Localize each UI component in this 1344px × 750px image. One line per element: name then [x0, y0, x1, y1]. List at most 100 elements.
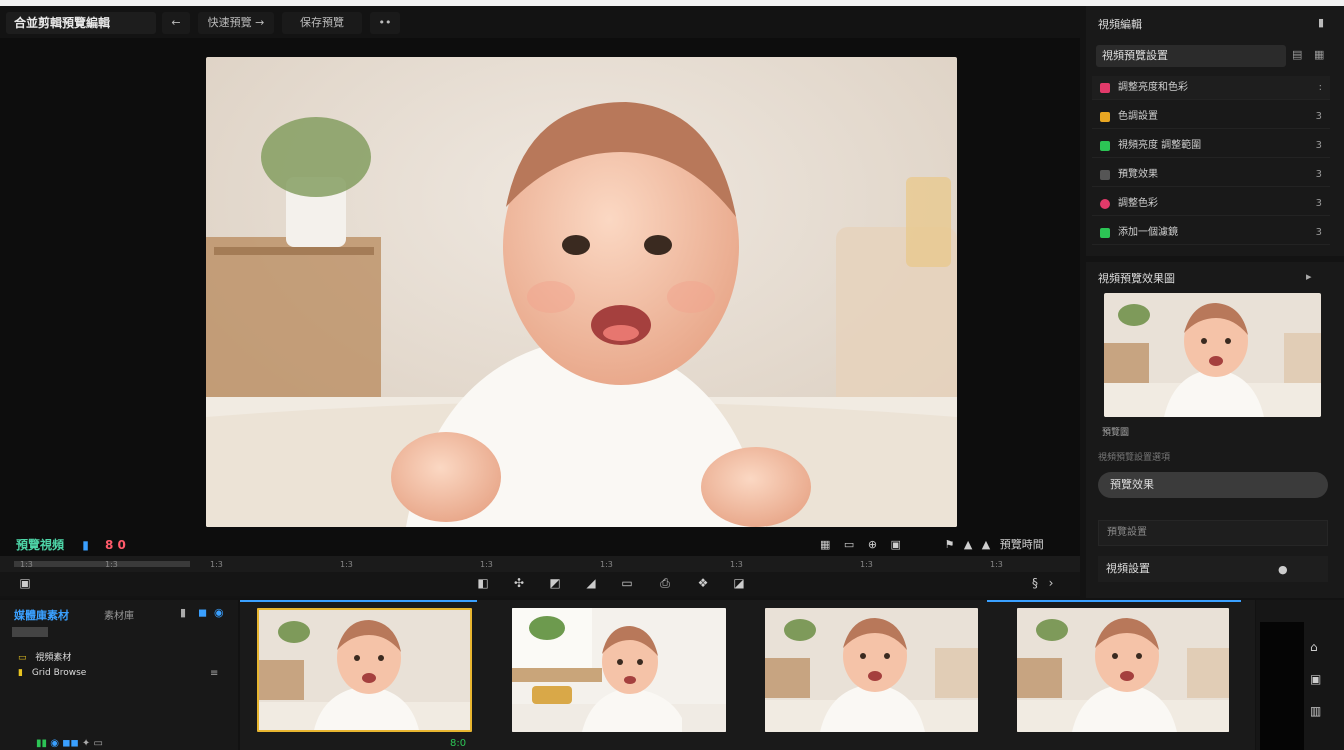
ruler-tick: 1:3 — [860, 560, 873, 569]
row-end: 3 — [1315, 198, 1322, 209]
adjust-row-label: 調整亮度和色彩 — [1118, 82, 1188, 93]
phone-icon[interactable]: ⌂ — [1310, 640, 1318, 654]
flag-icon[interactable]: ⚑ — [944, 538, 954, 551]
fit-icon[interactable]: ▭ — [844, 538, 854, 551]
timeline-clip[interactable] — [1017, 608, 1229, 732]
media-item[interactable]: ▮ Grid Browse — [18, 668, 86, 678]
export-icon[interactable]: ⎙ — [656, 575, 674, 591]
selection-bar — [987, 600, 1241, 602]
marker-out-icon[interactable]: ▲ — [982, 538, 990, 551]
effects-icon[interactable]: ❖ — [694, 575, 712, 591]
ruler-tick: 1:3 — [20, 560, 33, 569]
adjust-row[interactable]: 調整色彩 3 — [1092, 192, 1330, 216]
row-end: 3 — [1315, 169, 1322, 180]
color-swatch-icon — [1100, 83, 1110, 93]
media-title[interactable]: 媒體庫素材 — [14, 607, 69, 623]
color-swatch-icon — [1100, 141, 1110, 151]
ramp-icon[interactable]: ◢ — [582, 575, 600, 591]
save-preview-button[interactable]: 保存預覽 — [282, 12, 362, 34]
split-icon[interactable]: ✣ — [510, 575, 528, 591]
search-icon[interactable]: ◉ — [214, 606, 224, 619]
frame-icon[interactable]: ▭ — [618, 575, 636, 591]
grid-icon[interactable]: ▦ — [820, 538, 830, 551]
ruler-tick: 1:3 — [480, 560, 493, 569]
ruler-tick: 1:3 — [340, 560, 353, 569]
video-setting-field[interactable]: 視頻設置 — [1098, 556, 1328, 582]
display-icon[interactable]: ▣ — [1310, 672, 1321, 686]
edit-panel — [1086, 6, 1344, 256]
preset-input[interactable]: 視頻預覽設置 — [1096, 45, 1286, 67]
adjust-row[interactable]: 調整亮度和色彩 : — [1092, 76, 1330, 100]
timeline-time: 8:0 — [450, 738, 467, 749]
folder-icon: ▮ — [18, 668, 23, 678]
color-swatch-icon — [1100, 199, 1110, 209]
zoom-in-icon[interactable]: › — [1042, 575, 1060, 591]
timeline-clip[interactable] — [257, 608, 472, 732]
clip-icon[interactable]: ◩ — [546, 575, 564, 591]
adjust-row[interactable]: 視頻亮度 調整範圍 3 — [1092, 134, 1330, 158]
adjust-row-label: 色調設置 — [1118, 111, 1158, 122]
adjust-row[interactable]: 色調設置 3 — [1092, 105, 1330, 129]
media-item-label: 視頻素材 — [35, 653, 72, 663]
settings-icon[interactable]: ▣ — [16, 575, 34, 591]
preview-option-line: 視頻預覽設置選項 — [1098, 453, 1171, 463]
layout-icon[interactable]: ▥ — [1310, 704, 1321, 718]
grid-view-icon[interactable]: ◼ — [198, 606, 207, 619]
app-title: 合並剪輯預覽編輯 — [6, 12, 156, 34]
adjust-row-label: 添加一個濾鏡 — [1118, 227, 1178, 238]
adjust-row[interactable]: 添加一個濾鏡 3 — [1092, 221, 1330, 245]
options-icon[interactable]: ≡ — [210, 668, 218, 679]
preview-video-label: 預覽視頻 — [16, 538, 65, 552]
zoom-icon[interactable]: ⊕ — [868, 538, 877, 551]
bottom-tool-icons[interactable]: ▮▮ ◉ ◼◼ ✦ ▭ — [36, 738, 103, 749]
camera-icon[interactable]: ◧ — [474, 575, 492, 591]
adjust-row-label: 調整色彩 — [1118, 198, 1158, 209]
progress-chip — [12, 627, 48, 637]
panel-menu-icon[interactable]: ▮ — [1318, 16, 1324, 29]
ruler-progress — [14, 561, 190, 567]
marker-in-icon[interactable]: ▲ — [964, 538, 972, 551]
media-tab-library[interactable]: 素材庫 — [104, 607, 134, 622]
color-swatch-icon — [1100, 170, 1110, 180]
cloud-icon[interactable]: ● — [1278, 563, 1288, 576]
row-end: 3 — [1315, 140, 1322, 151]
preview-panel-title: 視頻預覽效果圖 — [1098, 272, 1175, 285]
ruler-tick: 1:3 — [990, 560, 1003, 569]
preview-subtitle: 預覽圖 — [1102, 428, 1130, 438]
row-end: 3 — [1315, 227, 1322, 238]
back-arrow-icon[interactable]: ← — [162, 12, 190, 34]
main-preview-image — [206, 57, 957, 527]
ruler-tick: 1:3 — [105, 560, 118, 569]
preview-label: 預覽視頻 ▮ 8 0 — [16, 536, 126, 553]
adjust-row[interactable]: 預覽效果 3 — [1092, 163, 1330, 187]
preview-effect-button[interactable]: 預覽效果 — [1098, 472, 1328, 498]
collapse-icon[interactable]: ▸ — [1306, 270, 1312, 283]
preview-thumbnail[interactable] — [1104, 293, 1321, 417]
ruler-tick: 1:3 — [210, 560, 223, 569]
timeline-clip[interactable] — [765, 608, 978, 732]
crop-icon[interactable]: ▣ — [891, 538, 901, 551]
preview-value: 8 0 — [105, 538, 126, 552]
adjust-row-label: 視頻亮度 調整範圍 — [1118, 140, 1202, 151]
more-icon[interactable]: •• — [370, 12, 400, 34]
ruler-tick: 1:3 — [730, 560, 743, 569]
viewer-tools[interactable]: ▦ ▭ ⊕ ▣ ⚑ ▲ ▲ 預覽時間 — [820, 536, 1044, 552]
list-icon[interactable]: ▦ — [1314, 48, 1324, 61]
folder-icon: ▭ — [18, 653, 27, 663]
media-item-label: Grid Browse — [31, 668, 87, 678]
preview-setting-field[interactable]: 預覽設置 — [1098, 520, 1328, 546]
color-swatch-icon — [1100, 228, 1110, 238]
ruler-tick: 1:3 — [600, 560, 613, 569]
color-swatch-icon — [1100, 112, 1110, 122]
adjust-row-label: 預覽效果 — [1118, 169, 1158, 180]
media-item[interactable]: ▭ 視頻素材 — [18, 650, 71, 663]
control-bar — [0, 572, 1080, 596]
row-end: 3 — [1315, 111, 1322, 122]
copy-icon[interactable]: ▤ — [1292, 48, 1302, 61]
edit-panel-title: 視頻編輯 — [1098, 18, 1142, 31]
screen-icon[interactable]: ◪ — [730, 575, 748, 591]
preview-time-label: 預覽時間 — [999, 538, 1044, 551]
quick-preview-button[interactable]: 快速預覽 → — [198, 12, 274, 34]
timeline-clip[interactable] — [512, 608, 726, 732]
filter-icon[interactable]: ▮ — [180, 606, 186, 619]
